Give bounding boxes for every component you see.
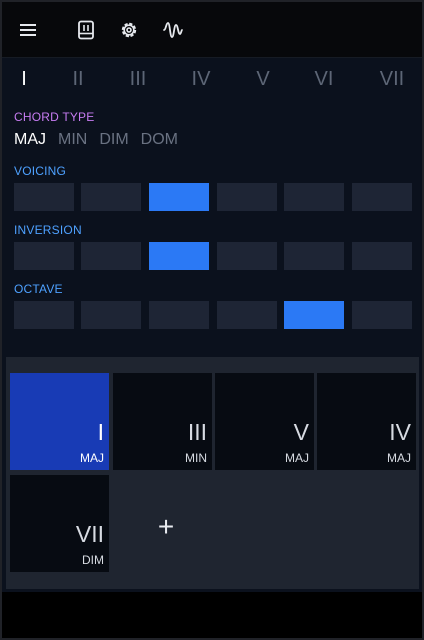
chord-type-label: CHORD TYPE (14, 110, 95, 124)
chord-card-type: MAJ (387, 451, 411, 465)
octave-segment-3[interactable] (149, 301, 209, 329)
voicing-segment-6[interactable] (352, 183, 412, 211)
inversion-segment-3[interactable] (149, 242, 209, 270)
degree-iv[interactable]: IV (181, 68, 221, 91)
degree-i[interactable]: I (4, 68, 44, 91)
voicing-segment-4[interactable] (217, 183, 277, 211)
chord-type-min[interactable]: MIN (58, 131, 87, 149)
inversion-segment-5[interactable] (284, 242, 344, 270)
voicing-label: VOICING (14, 164, 67, 178)
notebook-icon (78, 20, 94, 40)
octave-label: OCTAVE (14, 282, 63, 296)
degree-vi[interactable]: VI (304, 68, 344, 91)
chord-card[interactable]: III MIN (113, 373, 212, 470)
chord-card-type: DIM (82, 553, 104, 567)
chord-card-roman: IV (389, 419, 411, 445)
notebook-button[interactable] (72, 16, 100, 44)
bottom-bar (2, 592, 422, 638)
inversion-segment-4[interactable] (217, 242, 277, 270)
degree-vii[interactable]: VII (372, 68, 412, 91)
chord-card-roman: VII (75, 521, 104, 547)
inversion-segment-6[interactable] (352, 242, 412, 270)
chord-card[interactable]: IV MAJ (317, 373, 416, 470)
menu-icon (20, 24, 36, 36)
inversion-label: INVERSION (14, 223, 82, 237)
octave-segment-1[interactable] (14, 301, 74, 329)
voicing-selector (14, 183, 412, 211)
degree-selector: I II III IV V VI VII (2, 68, 422, 98)
inversion-segment-1[interactable] (14, 242, 74, 270)
chord-card-roman: III (187, 419, 207, 445)
chord-type-selector: MAJ MIN DIM DOM (14, 131, 190, 151)
octave-segment-6[interactable] (352, 301, 412, 329)
chord-card-roman: V (293, 419, 309, 445)
chord-card-type: MAJ (80, 451, 104, 465)
chord-card-roman: I (97, 419, 104, 445)
chord-card-type: MAJ (285, 451, 309, 465)
menu-button[interactable] (14, 16, 42, 44)
waveform-button[interactable] (159, 16, 187, 44)
chord-card[interactable]: VII DIM (10, 475, 109, 572)
voicing-segment-1[interactable] (14, 183, 74, 211)
voicing-segment-2[interactable] (81, 183, 141, 211)
degree-iii[interactable]: III (118, 68, 158, 91)
gear-icon (121, 22, 137, 38)
chord-card[interactable]: V MAJ (215, 373, 314, 470)
degree-v[interactable]: V (243, 68, 283, 91)
inversion-segment-2[interactable] (81, 242, 141, 270)
chord-type-dom[interactable]: DOM (141, 131, 178, 149)
octave-selector (14, 301, 412, 329)
progression-grid: I MAJ III MIN V MAJ IV MAJ VII DIM + (6, 357, 419, 589)
chord-type-maj[interactable]: MAJ (14, 131, 46, 149)
chord-card-type: MIN (185, 451, 207, 465)
degree-ii[interactable]: II (58, 68, 98, 91)
voicing-segment-3[interactable] (149, 183, 209, 211)
chord-card[interactable]: I MAJ (10, 373, 109, 470)
octave-segment-4[interactable] (217, 301, 277, 329)
waveform-icon (163, 22, 183, 38)
progression-panel: I MAJ III MIN V MAJ IV MAJ VII DIM + (6, 357, 419, 589)
add-chord-button[interactable]: + (146, 507, 186, 547)
chord-type-dim[interactable]: DIM (99, 131, 128, 149)
voicing-segment-5[interactable] (284, 183, 344, 211)
octave-segment-2[interactable] (81, 301, 141, 329)
octave-segment-5[interactable] (284, 301, 344, 329)
toolbar (2, 2, 422, 58)
app-window: I II III IV V VI VII CHORD TYPE MAJ MIN DI… (2, 2, 422, 638)
inversion-selector (14, 242, 412, 270)
settings-button[interactable] (115, 16, 143, 44)
